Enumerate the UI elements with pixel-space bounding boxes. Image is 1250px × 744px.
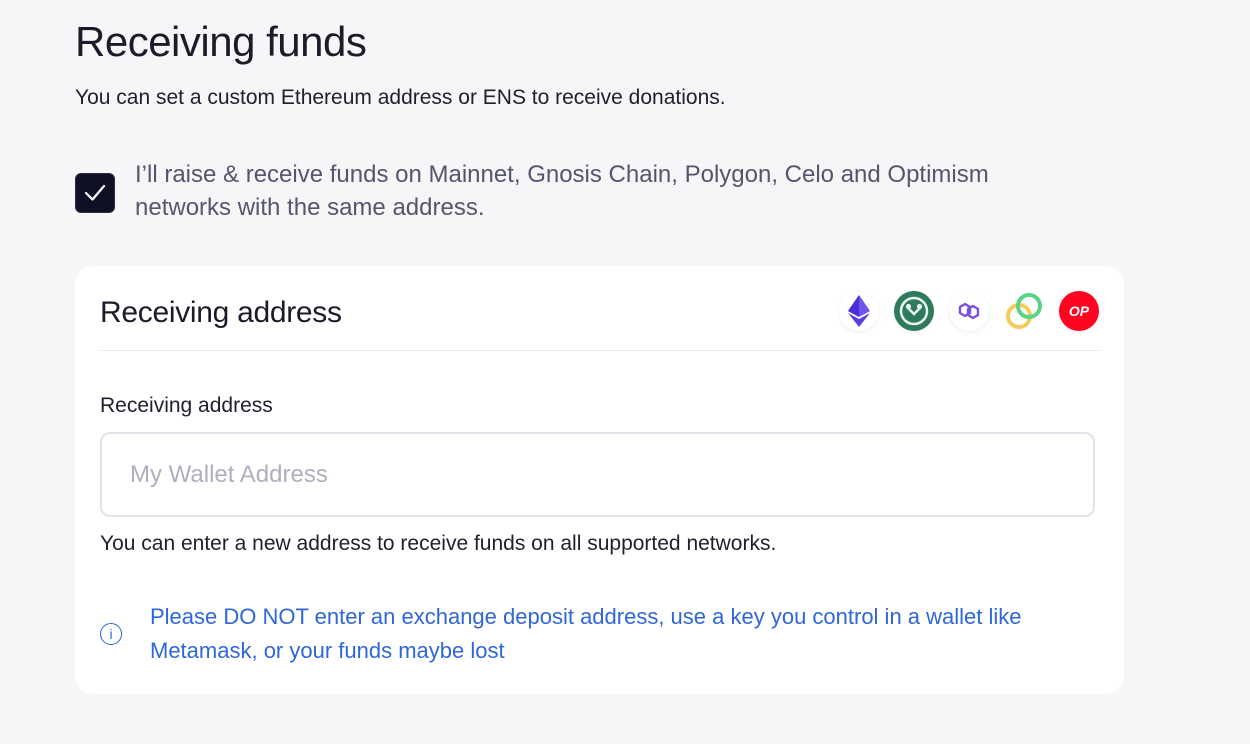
warning-text: Please DO NOT enter an exchange deposit … <box>150 604 1022 663</box>
card-divider <box>100 350 1099 351</box>
checkmark-icon <box>84 184 106 201</box>
same-address-option: I’ll raise & receive funds on Mainnet, G… <box>75 158 1065 224</box>
gnosis-icon <box>894 291 934 331</box>
receiving-address-label: Receiving address <box>100 394 273 417</box>
network-icons: OP <box>839 291 1099 331</box>
polygon-icon <box>949 291 989 331</box>
page-title: Receiving funds <box>75 18 367 65</box>
receiving-address-input[interactable] <box>100 432 1095 517</box>
page-subtitle: You can set a custom Ethereum address or… <box>75 86 726 109</box>
warning-notice: i Please DO NOT enter an exchange deposi… <box>100 600 1060 668</box>
optimism-icon: OP <box>1059 291 1099 331</box>
celo-icon <box>1004 291 1044 331</box>
info-icon: i <box>100 623 122 645</box>
same-address-label[interactable]: I’ll raise & receive funds on Mainnet, G… <box>135 158 1065 224</box>
optimism-icon-label: OP <box>1068 303 1090 319</box>
card-title: Receiving address <box>100 296 342 329</box>
same-address-checkbox[interactable] <box>75 173 115 213</box>
receiving-address-card: Receiving address OP Receiving address M… <box>75 266 1124 694</box>
helper-text: You can enter a new address to receive f… <box>100 532 777 555</box>
ethereum-icon <box>839 291 879 331</box>
